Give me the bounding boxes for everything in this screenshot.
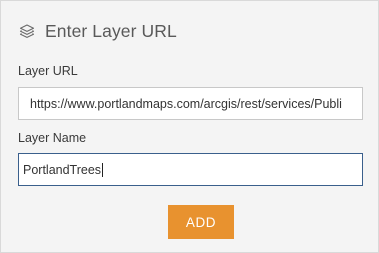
layer-name-value: PortlandTrees — [23, 162, 102, 177]
layer-name-label: Layer Name — [18, 131, 87, 145]
layer-url-input[interactable]: https://www.portlandmaps.com/arcgis/rest… — [18, 87, 363, 120]
enter-layer-url-panel: Enter Layer URL Layer URL https://www.po… — [0, 0, 379, 253]
layers-icon — [18, 22, 36, 40]
layer-name-input[interactable]: PortlandTrees — [18, 153, 363, 186]
text-caret — [102, 162, 104, 177]
layer-url-value: https://www.portlandmaps.com/arcgis/rest… — [30, 96, 342, 111]
panel-header: Enter Layer URL — [18, 19, 177, 43]
layer-url-label: Layer URL — [18, 64, 78, 78]
add-button[interactable]: ADD — [168, 205, 234, 239]
panel-title: Enter Layer URL — [45, 20, 177, 41]
